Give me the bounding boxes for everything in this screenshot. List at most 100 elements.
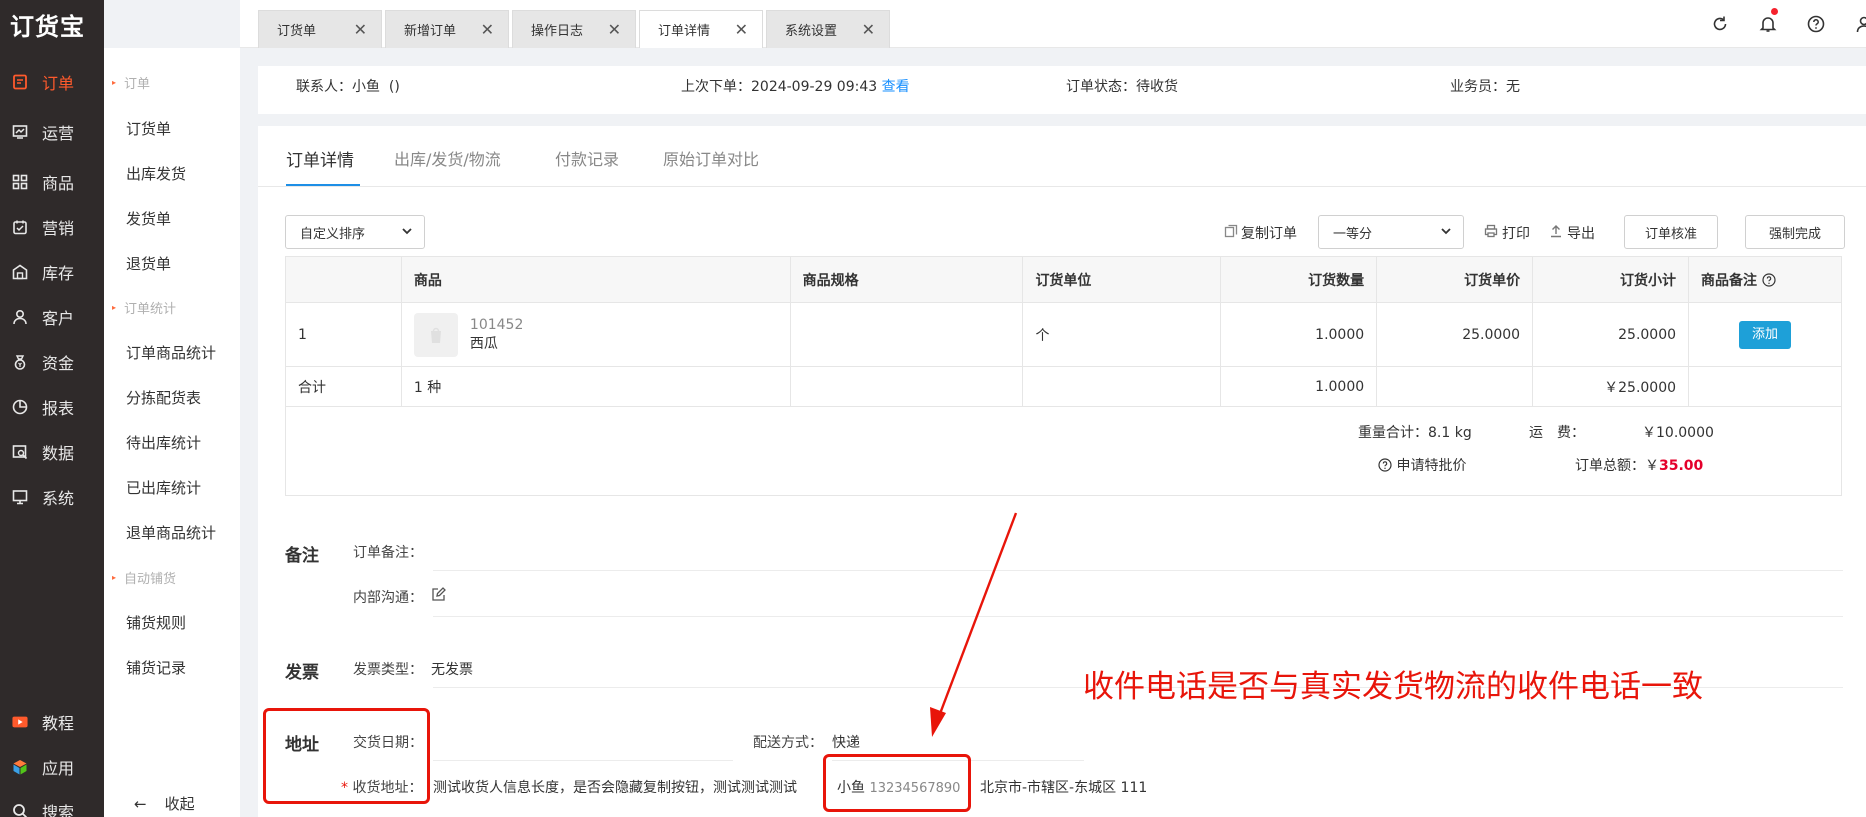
order-total: 订单总额：￥35.00 <box>1575 455 1703 475</box>
order-summary-panel: 联系人：小鱼 () 上次下单：2024-09-29 09:43 查看 订单状态：… <box>258 66 1866 114</box>
collapse-label: 收起 <box>164 795 195 813</box>
copy-icon <box>1224 224 1238 242</box>
print-button[interactable]: 打印 <box>1484 223 1530 243</box>
sidebar-item-apps[interactable]: 应用 <box>0 747 104 787</box>
submenu-item-distribution-rules[interactable]: 铺货规则 <box>104 604 240 640</box>
delivery-method-label: 配送方式： <box>753 735 823 751</box>
export-button[interactable]: 导出 <box>1549 223 1595 243</box>
product-name[interactable]: 西瓜 <box>470 336 498 352</box>
sidebar-item-label: 系统 <box>42 489 75 508</box>
contact-label: 联系人：小鱼 <box>296 79 380 95</box>
tab-operation-log[interactable]: 操作日志 ✕ <box>512 10 636 48</box>
goods-cell: 101452 西瓜 <box>400 302 791 367</box>
view-last-order-link[interactable]: 查看 <box>882 79 910 95</box>
submenu-item-pending-outbound[interactable]: 待出库统计 <box>104 424 240 460</box>
column-header-remark-label: 商品备注 <box>1701 272 1758 289</box>
close-icon[interactable]: ✕ <box>354 20 367 39</box>
product-subtotal: 25.0000 <box>1532 302 1690 367</box>
tab-order-details[interactable]: 订单详情 <box>286 146 354 171</box>
sidebar-item-goods[interactable]: 商品 <box>0 162 104 202</box>
contact-info: 联系人：小鱼 () <box>296 76 400 96</box>
submenu-item-order-goods-stats[interactable]: 订单商品统计 <box>104 334 240 370</box>
verify-order-button[interactable]: 订单核准 <box>1624 215 1718 249</box>
special-price-link[interactable]: 申请特批价 <box>1378 455 1466 475</box>
column-header-qty: 订货数量 <box>1220 256 1378 303</box>
submenu-item-shipped-stats[interactable]: 已出库统计 <box>104 469 240 505</box>
annotation-highlight-phone <box>823 754 971 812</box>
sidebar-item-data[interactable]: 数据 <box>0 432 104 472</box>
sort-select[interactable]: 自定义排序 <box>285 215 425 249</box>
product-price: 25.0000 <box>1376 302 1534 367</box>
refresh-icon[interactable] <box>1708 12 1732 36</box>
freight-value: ￥10.0000 <box>1642 425 1714 441</box>
money-icon <box>12 354 28 370</box>
sidebar-item-customer[interactable]: 客户 <box>0 297 104 337</box>
sidebar-item-report[interactable]: 报表 <box>0 387 104 427</box>
tab-original-order-compare[interactable]: 原始订单对比 <box>663 146 759 170</box>
sidebar-item-label: 营销 <box>42 219 75 238</box>
order-items-table: 商品 商品规格 订货单位 订货数量 订货单价 订货小计 商品备注 1 10145… <box>285 256 1842 407</box>
sum-kinds: 1 种 <box>400 366 791 407</box>
sidebar-item-label: 数据 <box>42 444 75 463</box>
collapse-button[interactable]: ← 收起 <box>134 793 195 814</box>
edit-icon[interactable] <box>431 586 447 606</box>
help-circle-icon[interactable] <box>1762 272 1776 289</box>
active-tab-indicator <box>286 184 360 186</box>
bell-icon[interactable] <box>1756 8 1780 36</box>
submenu-item-return[interactable]: 退货单 <box>104 245 240 281</box>
tab-payment-records[interactable]: 付款记录 <box>555 146 619 170</box>
sidebar-item-label: 报表 <box>42 399 75 418</box>
tab-order-list[interactable]: 订货单 ✕ <box>258 10 382 48</box>
help-icon[interactable] <box>1804 12 1828 36</box>
sum-empty <box>1022 366 1222 407</box>
search-icon <box>12 803 28 817</box>
sum-subtotal: ￥25.0000 <box>1532 366 1690 407</box>
top-icons <box>1708 8 1866 36</box>
annotation-highlight-address-label <box>263 708 430 804</box>
tab-new-order[interactable]: 新增订单 ✕ <box>385 10 509 48</box>
sidebar-item-warehouse[interactable]: 库存 <box>0 252 104 292</box>
close-icon[interactable]: ✕ <box>862 20 875 39</box>
tab-system-settings[interactable]: 系统设置 ✕ <box>766 10 890 48</box>
invoice-type-value: 无发票 <box>431 662 473 678</box>
tab-label: 系统设置 <box>785 24 838 39</box>
copy-order-label: 复制订单 <box>1241 226 1297 242</box>
submenu-group-auto-distribution: ▸ 自动铺货 <box>104 562 240 592</box>
caret-right-icon: ▸ <box>112 572 117 582</box>
submenu-item-distribution-records[interactable]: 铺货记录 <box>104 649 240 685</box>
tab-logistics[interactable]: 出库/发货/物流 <box>394 146 501 170</box>
submenu-item-return-goods-stats[interactable]: 退单商品统计 <box>104 514 240 550</box>
force-complete-button[interactable]: 强制完成 <box>1745 215 1845 249</box>
add-remark-button[interactable]: 添加 <box>1739 320 1792 349</box>
sidebar-item-operation[interactable]: 运营 <box>0 112 104 152</box>
sum-empty <box>789 366 1024 407</box>
submenu-item-picking[interactable]: 分拣配货表 <box>104 379 240 415</box>
sidebar-item-search[interactable]: 搜索 <box>0 791 104 817</box>
close-icon[interactable]: ✕ <box>481 20 494 39</box>
sidebar-item-order[interactable]: 订单 <box>0 62 104 102</box>
help-circle-icon <box>1378 458 1392 474</box>
submenu-item-order-list[interactable]: 订货单 <box>104 110 240 146</box>
sidebar-item-label: 应用 <box>42 759 75 778</box>
sum-qty: 1.0000 <box>1220 366 1378 407</box>
sidebar-item-label: 客户 <box>42 309 75 328</box>
user-icon[interactable] <box>1852 12 1866 36</box>
tab-order-detail[interactable]: 订单详情 ✕ <box>639 10 763 48</box>
sidebar-item-tutorial[interactable]: 教程 <box>0 702 104 742</box>
sidebar-item-label: 教程 <box>42 714 75 733</box>
delivery-method-value: 快递 <box>832 735 860 751</box>
submenu-group-label: 自动铺货 <box>124 571 177 587</box>
copy-order-button[interactable]: 复制订单 <box>1224 223 1297 243</box>
close-icon[interactable]: ✕ <box>735 20 748 39</box>
submenu-group-label: 订单 <box>124 76 151 92</box>
submenu-item-delivery-note[interactable]: 发货单 <box>104 200 240 236</box>
sidebar-item-label: 订单 <box>42 74 75 93</box>
submenu-item-outbound[interactable]: 出库发货 <box>104 155 240 191</box>
sidebar-item-marketing[interactable]: 营销 <box>0 207 104 247</box>
sidebar-item-system[interactable]: 系统 <box>0 477 104 517</box>
column-header-remark: 商品备注 <box>1688 256 1842 303</box>
close-icon[interactable]: ✕ <box>608 20 621 39</box>
table-header-row: 商品 商品规格 订货单位 订货数量 订货单价 订货小计 商品备注 <box>285 256 1842 303</box>
sidebar-item-money[interactable]: 资金 <box>0 342 104 382</box>
grade-select[interactable]: 一等分 <box>1318 215 1464 249</box>
